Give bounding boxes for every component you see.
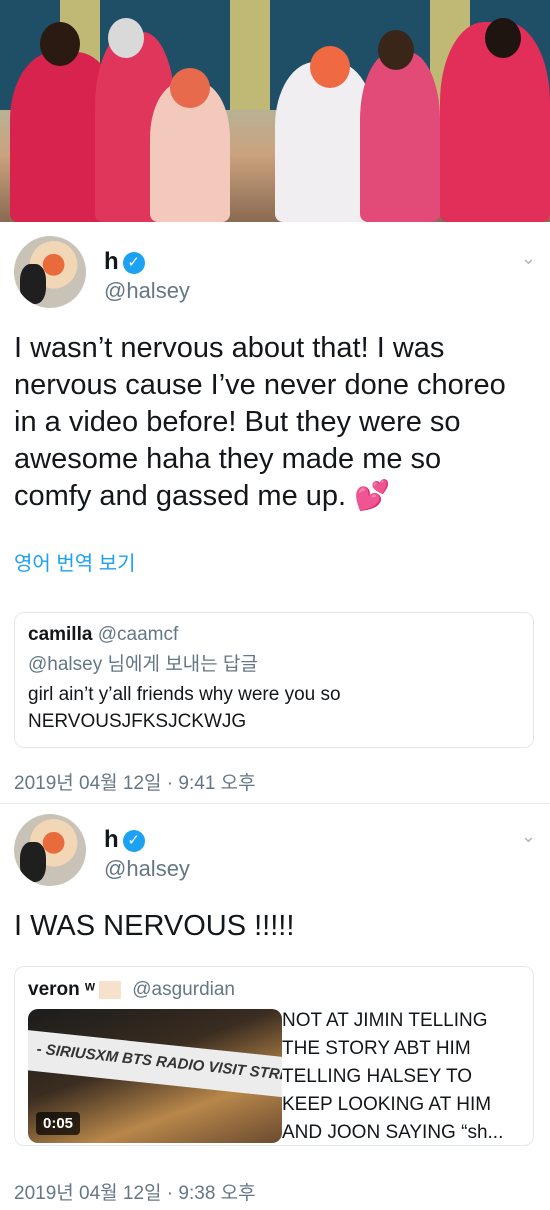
avatar[interactable] <box>14 814 86 886</box>
emoji-icon <box>98 980 121 999</box>
chevron-down-icon[interactable]: ⌄ <box>521 826 536 847</box>
quoted-text: NOT AT JIMIN TELLING THE STORY ABT HIM T… <box>282 1007 522 1147</box>
video-duration: 0:05 <box>36 1112 81 1135</box>
timestamp[interactable]: 2019년 04월 12일 · 9:38 오후 <box>14 1178 256 1205</box>
quoted-handle: @asgurdian <box>132 979 235 1000</box>
display-name-text: h <box>104 826 119 853</box>
tweet-text-line: comfy and gassed me up. 💕 <box>14 480 391 512</box>
tweet-text: I wasn’t nervous about that! I was nervo… <box>14 330 534 515</box>
display-name-text: h <box>104 248 119 275</box>
quoted-text-line: AND JOON SAYING “sh... <box>282 1122 504 1143</box>
user-handle[interactable]: @halsey <box>104 856 190 882</box>
tweet-text-line: in a video before! But they were so <box>14 406 461 438</box>
display-name[interactable]: h ✓ <box>104 248 145 276</box>
quoted-tweet[interactable]: camilla @caamcf @halsey 님에게 보내는 답글 girl … <box>14 612 534 748</box>
quoted-text-line: girl ain’t y’all friends why were you so <box>28 684 341 705</box>
tweet-text-line: awesome haha they made me so <box>14 443 442 475</box>
display-name[interactable]: h ✓ <box>104 826 145 854</box>
quoted-text-line: NOT AT JIMIN TELLING <box>282 1010 488 1031</box>
quoted-display-name: camilla <box>28 624 93 645</box>
quoted-text-line: KEEP LOOKING AT HIM <box>282 1094 492 1115</box>
chevron-down-icon[interactable]: ⌄ <box>521 248 536 269</box>
quoted-text-line: TELLING HALSEY TO <box>282 1066 473 1087</box>
reply-to-label: @halsey 님에게 보내는 답글 <box>28 654 258 675</box>
user-handle[interactable]: @halsey <box>104 278 190 304</box>
tweet-text-line: nervous cause I’ve never done choreo <box>14 369 506 401</box>
quoted-handle: @caamcf <box>97 624 179 645</box>
verified-badge-icon: ✓ <box>122 251 145 274</box>
avatar[interactable] <box>14 236 86 308</box>
tweet-divider <box>0 803 550 804</box>
translate-link[interactable]: 영어 번역 보기 <box>14 547 136 576</box>
verified-badge-icon: ✓ <box>122 829 145 852</box>
quoted-text-line: THE STORY ABT HIM <box>282 1038 471 1059</box>
quoted-display-name: veron ʷ <box>28 979 95 1000</box>
timestamp[interactable]: 2019년 04월 12일 · 9:41 오후 <box>14 768 256 795</box>
quoted-text-line: NERVOUSJFKSJCKWJG <box>28 711 247 732</box>
quoted-tweet[interactable]: veron ʷ @asgurdian - SIRIUSXM BTS RADIO … <box>14 966 534 1146</box>
tweet-text: I WAS NERVOUS !!!!! <box>14 910 295 942</box>
video-still-image <box>0 0 550 222</box>
tweet-text-line: I wasn’t nervous about that! I was <box>14 332 445 364</box>
quoted-video-thumbnail[interactable]: - SIRIUSXM BTS RADIO VISIT STREAM 0:05 <box>28 1009 282 1143</box>
